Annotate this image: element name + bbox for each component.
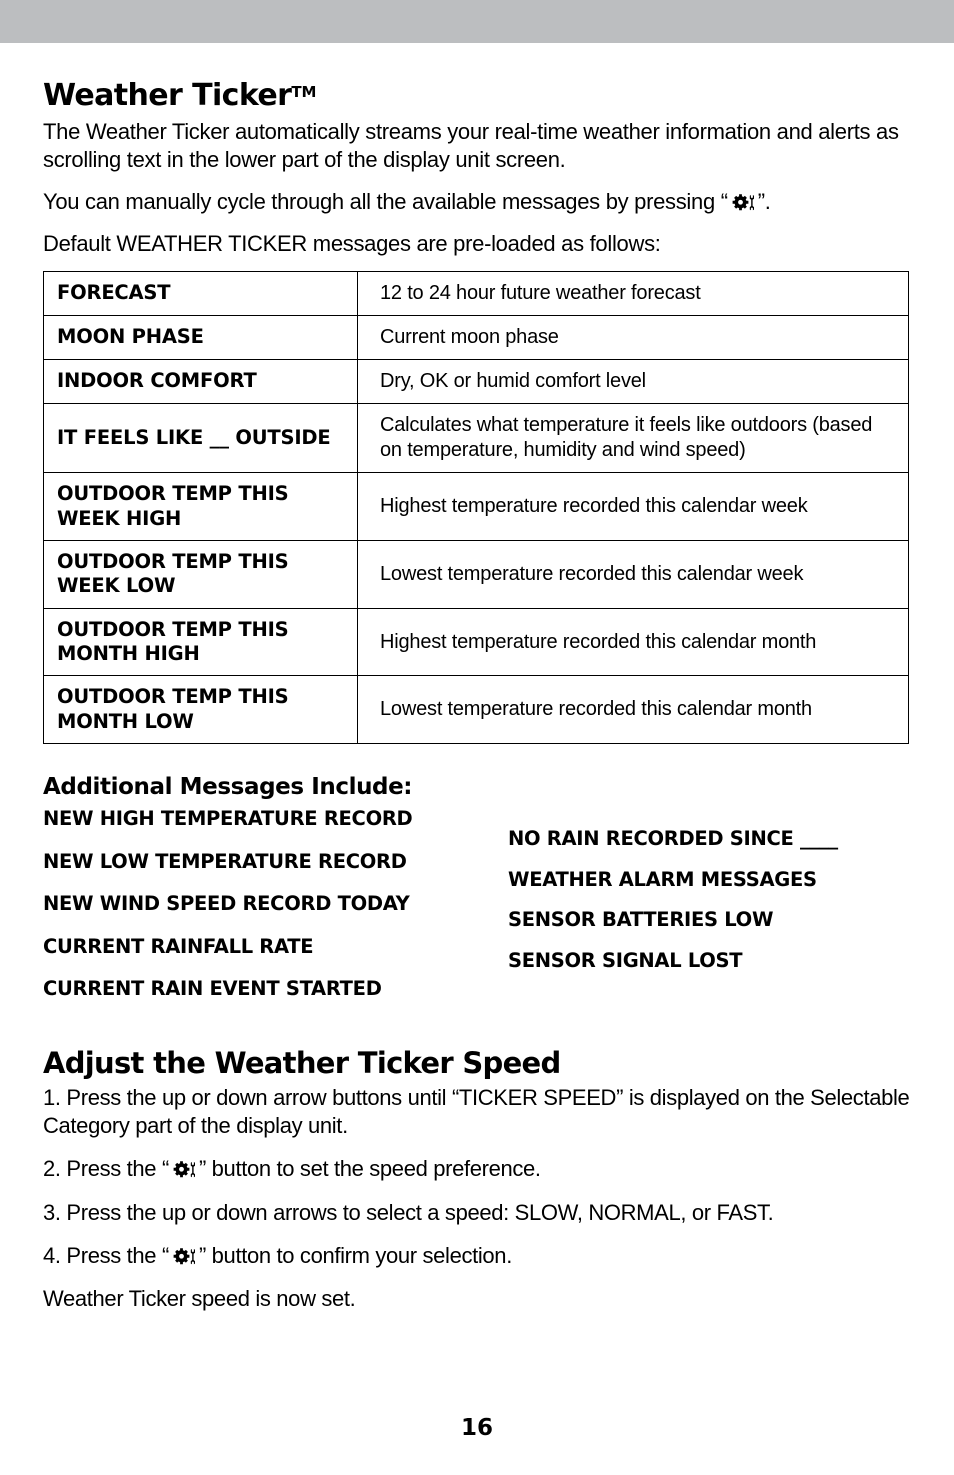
step-2: 2. Press the “ ” button to set the speed… bbox=[43, 1155, 911, 1183]
table-row: OUTDOOR TEMP THIS WEEK LOW Lowest temper… bbox=[43, 539, 909, 609]
table-cell-description: 12 to 24 hour future weather forecast bbox=[357, 271, 909, 317]
step-4-after: ” button to confirm your selection. bbox=[198, 1242, 512, 1268]
table-cell-description: Current moon phase bbox=[357, 315, 909, 361]
table-cell-description: Highest temperature recorded this calend… bbox=[357, 472, 909, 541]
table-row: IT FEELS LIKE __ OUTSIDE Calculates what… bbox=[43, 403, 909, 474]
trademark-mark: TM bbox=[291, 83, 317, 101]
page-title-text: Weather Ticker bbox=[43, 78, 292, 113]
ticker-table-body: FORECAST 12 to 24 hour future weather fo… bbox=[43, 271, 909, 745]
gear-wrench-icon bbox=[169, 1246, 199, 1265]
table-cell-message: MOON PHASE bbox=[43, 315, 358, 361]
table-row: OUTDOOR TEMP THIS MONTH LOW Lowest tempe… bbox=[43, 675, 909, 745]
table-cell-message: OUTDOOR TEMP THIS MONTH LOW bbox=[43, 675, 358, 745]
intro-paragraph-2-after: ”. bbox=[757, 188, 771, 214]
adjust-speed-heading: Adjust the Weather Ticker Speed bbox=[43, 1045, 561, 1080]
table-cell-message: OUTDOOR TEMP THIS WEEK LOW bbox=[43, 539, 358, 609]
step-1: 1. Press the up or down arrow buttons un… bbox=[43, 1085, 910, 1139]
additional-messages-right-column: NO RAIN RECORDED SINCE ____ WEATHER ALAR… bbox=[508, 809, 908, 991]
table-row: OUTDOOR TEMP THIS MONTH HIGH Highest tem… bbox=[43, 607, 909, 677]
intro-paragraph-2: You can manually cycle through all the a… bbox=[43, 188, 911, 216]
list-item: CURRENT RAINFALL RATE bbox=[43, 934, 314, 958]
list-item: SENSOR SIGNAL LOST bbox=[508, 948, 743, 972]
top-gray-band bbox=[0, 0, 954, 43]
table-cell-description: Calculates what temperature it feels lik… bbox=[357, 403, 909, 474]
list-item: NEW WIND SPEED RECORD TODAY bbox=[43, 892, 410, 916]
intro-paragraph-2-before: You can manually cycle through all the a… bbox=[43, 188, 728, 214]
table-cell-message: FORECAST bbox=[43, 271, 358, 317]
table-cell-description: Highest temperature recorded this calend… bbox=[357, 607, 909, 677]
gear-wrench-icon bbox=[728, 192, 758, 211]
page-content: Weather TickerTM The Weather Ticker auto… bbox=[43, 43, 911, 1328]
step-2-before: 2. Press the “ bbox=[43, 1156, 169, 1182]
ticker-messages-table: FORECAST 12 to 24 hour future weather fo… bbox=[43, 271, 909, 745]
table-cell-description: Dry, OK or humid comfort level bbox=[357, 359, 909, 405]
list-item: SENSOR BATTERIES LOW bbox=[508, 908, 774, 932]
table-cell-message: INDOOR COMFORT bbox=[43, 359, 358, 405]
additional-messages-left-column: NEW HIGH TEMPERATURE RECORD NEW LOW TEMP… bbox=[43, 809, 508, 1022]
table-cell-message: OUTDOOR TEMP THIS MONTH HIGH bbox=[43, 607, 358, 677]
table-cell-description: Lowest temperature recorded this calenda… bbox=[357, 539, 909, 609]
list-item: NO RAIN RECORDED SINCE ____ bbox=[508, 827, 838, 851]
table-cell-message: IT FEELS LIKE __ OUTSIDE bbox=[43, 403, 358, 474]
list-item: NEW HIGH TEMPERATURE RECORD bbox=[43, 807, 413, 831]
table-cell-description: Lowest temperature recorded this calenda… bbox=[357, 675, 909, 745]
intro-paragraph-1: The Weather Ticker automatically streams… bbox=[43, 118, 899, 172]
step-4: 4. Press the “ ” button to confirm your … bbox=[43, 1242, 911, 1270]
page-title: Weather TickerTM bbox=[43, 80, 911, 112]
table-row: INDOOR COMFORT Dry, OK or humid comfort … bbox=[43, 359, 909, 405]
table-row: FORECAST 12 to 24 hour future weather fo… bbox=[43, 271, 909, 317]
gear-wrench-icon bbox=[169, 1159, 199, 1178]
step-4-before: 4. Press the “ bbox=[43, 1242, 169, 1268]
additional-messages-heading: Additional Messages Include: bbox=[43, 774, 413, 801]
table-cell-message: OUTDOOR TEMP THIS WEEK HIGH bbox=[43, 472, 358, 541]
table-row: OUTDOOR TEMP THIS WEEK HIGH Highest temp… bbox=[43, 472, 909, 541]
table-row: MOON PHASE Current moon phase bbox=[43, 315, 909, 361]
step-3: 3. Press the up or down arrows to select… bbox=[43, 1199, 774, 1225]
closing-text: Weather Ticker speed is now set. bbox=[43, 1285, 356, 1311]
list-item: NEW LOW TEMPERATURE RECORD bbox=[43, 849, 407, 873]
list-item: CURRENT RAIN EVENT STARTED bbox=[43, 977, 382, 1001]
page-number: 16 bbox=[460, 1415, 493, 1441]
additional-messages-columns: NEW HIGH TEMPERATURE RECORD NEW LOW TEMP… bbox=[43, 809, 911, 1022]
list-item: WEATHER ALARM MESSAGES bbox=[508, 867, 817, 891]
intro-paragraph-3: Default WEATHER TICKER messages are pre-… bbox=[43, 230, 661, 256]
step-2-after: ” button to set the speed preference. bbox=[198, 1156, 541, 1182]
